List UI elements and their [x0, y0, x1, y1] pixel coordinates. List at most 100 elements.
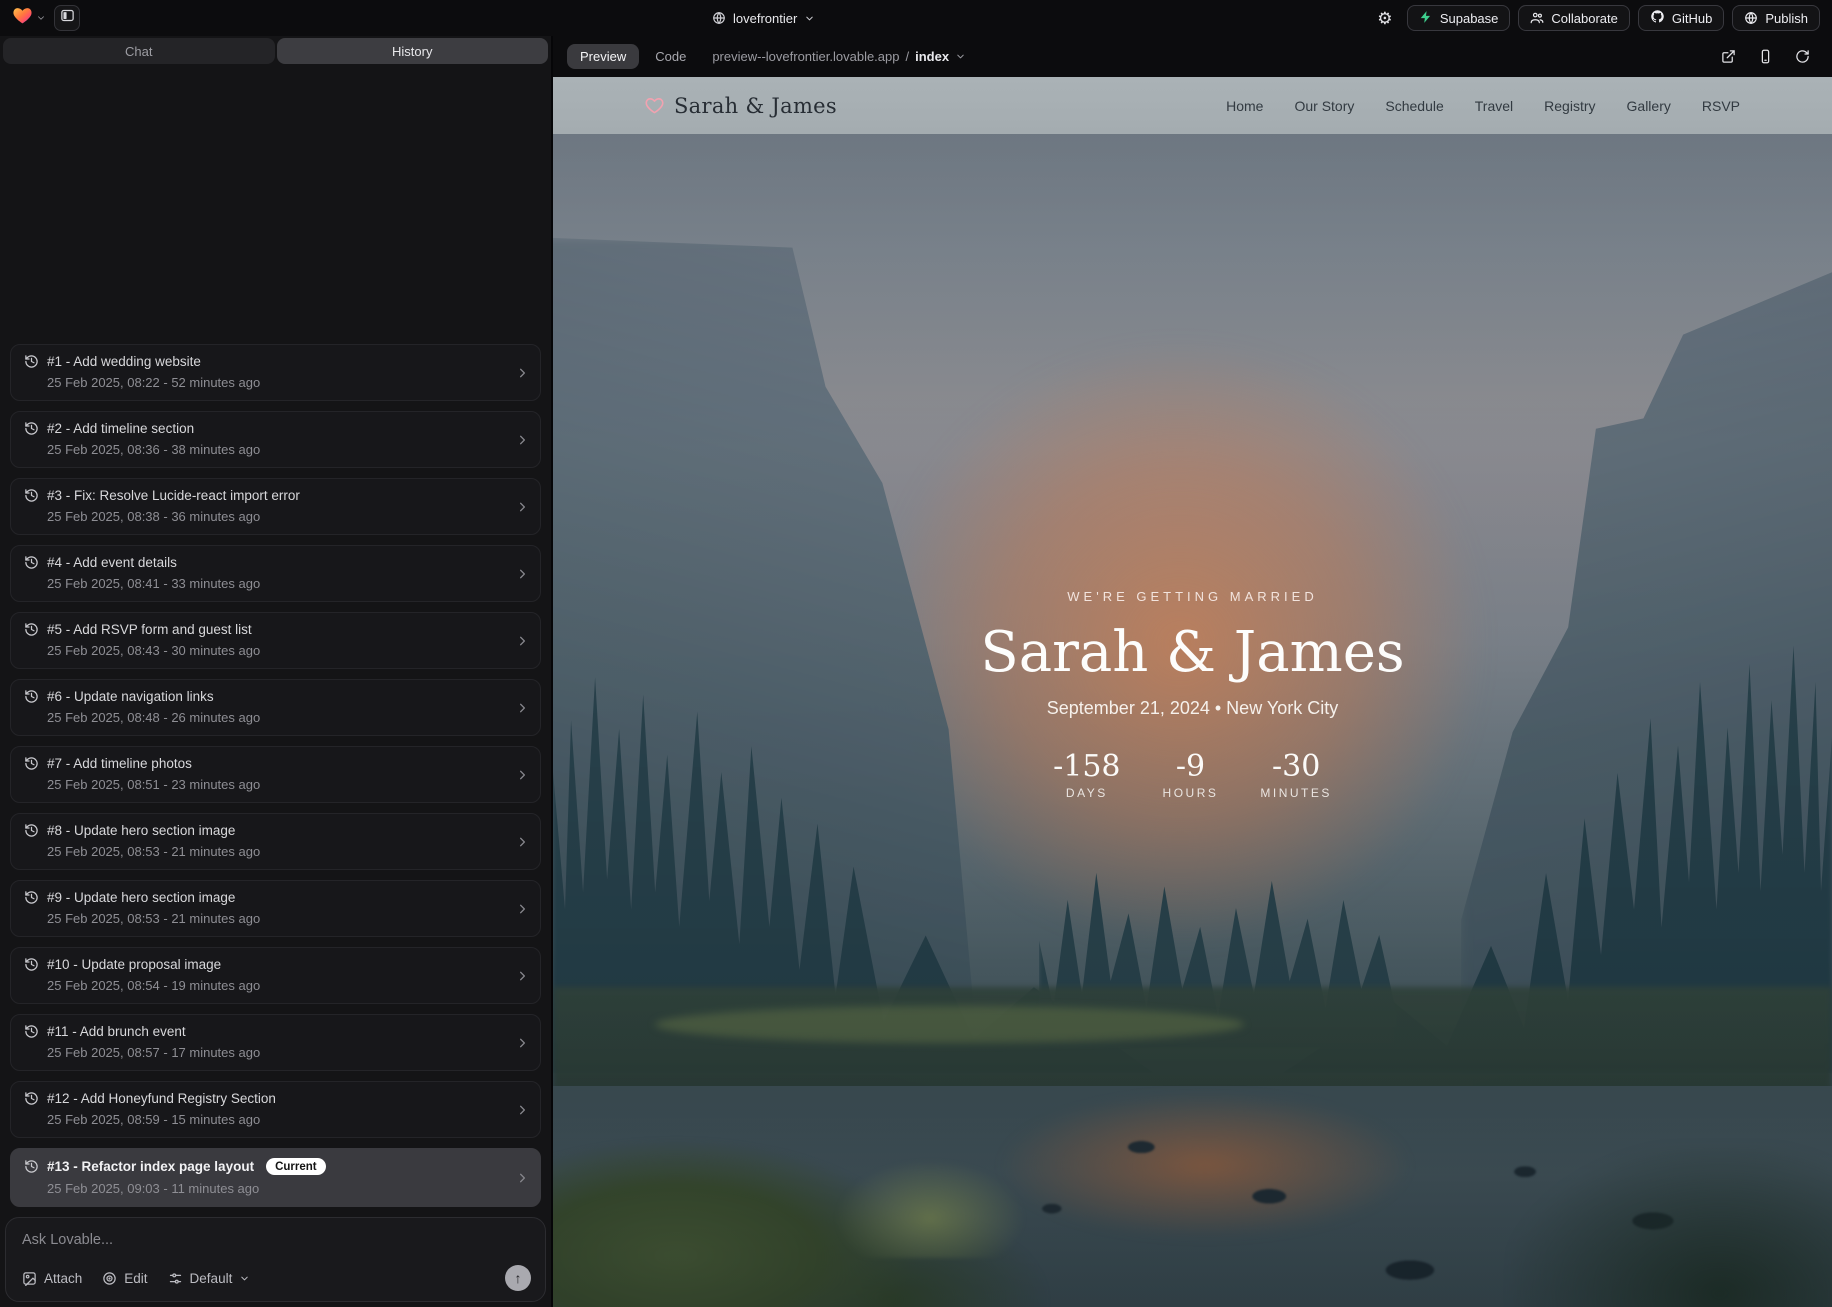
globe-icon — [712, 11, 726, 25]
history-item-timestamp: 25 Feb 2025, 08:51 - 23 minutes ago — [24, 777, 506, 792]
smartphone-icon — [1758, 49, 1773, 64]
chevron-right-icon — [515, 499, 530, 514]
lovable-heart-icon — [12, 5, 33, 31]
panel-tabs: Chat History — [3, 38, 548, 64]
project-switcher[interactable]: lovefrontier — [712, 0, 815, 36]
refresh-icon — [1795, 49, 1810, 64]
users-icon — [1530, 11, 1544, 25]
history-icon — [24, 1159, 39, 1174]
target-icon — [102, 1271, 117, 1286]
history-item[interactable]: #7 - Add timeline photos 25 Feb 2025, 08… — [10, 746, 541, 803]
nav-travel[interactable]: Travel — [1475, 98, 1513, 114]
history-item-title: #2 - Add timeline section — [47, 421, 194, 436]
chevron-right-icon — [515, 432, 530, 447]
nav-schedule[interactable]: Schedule — [1385, 98, 1443, 114]
github-button[interactable]: GitHub — [1638, 5, 1724, 31]
collaborate-label: Collaborate — [1551, 11, 1618, 26]
history-item[interactable]: #3 - Fix: Resolve Lucide-react import er… — [10, 478, 541, 535]
tab-preview[interactable]: Preview — [567, 44, 639, 69]
current-badge: Current — [266, 1158, 326, 1175]
history-list: #1 - Add wedding website 25 Feb 2025, 08… — [0, 64, 551, 1207]
history-item-title: #10 - Update proposal image — [47, 957, 221, 972]
history-item-title: #13 - Refactor index page layout — [47, 1159, 254, 1174]
send-button[interactable]: ↑ — [505, 1265, 531, 1291]
tab-chat[interactable]: Chat — [3, 38, 275, 64]
preview-url[interactable]: preview--lovefrontier.lovable.app / inde… — [712, 49, 966, 64]
collaborate-button[interactable]: Collaborate — [1518, 5, 1630, 31]
history-item-current[interactable]: #13 - Refactor index page layout Current… — [10, 1148, 541, 1207]
preview-panel: Preview Code preview--lovefrontier.lovab… — [553, 36, 1832, 1307]
history-item-timestamp: 25 Feb 2025, 08:38 - 36 minutes ago — [24, 509, 506, 524]
history-icon — [24, 756, 39, 771]
project-name: lovefrontier — [733, 11, 797, 26]
history-item-title: #3 - Fix: Resolve Lucide-react import er… — [47, 488, 300, 503]
chevron-right-icon — [515, 365, 530, 380]
history-item-timestamp: 25 Feb 2025, 08:48 - 26 minutes ago — [24, 710, 506, 725]
preview-url-domain: preview--lovefrontier.lovable.app — [712, 49, 899, 64]
tab-code[interactable]: Code — [655, 49, 686, 64]
tab-history[interactable]: History — [277, 38, 549, 64]
history-item-timestamp: 25 Feb 2025, 08:41 - 33 minutes ago — [24, 576, 506, 591]
supabase-bolt-icon — [1419, 10, 1433, 27]
settings-button[interactable]: ⚙ — [1371, 5, 1399, 31]
attach-button[interactable]: Attach — [22, 1271, 82, 1286]
nav-gallery[interactable]: Gallery — [1627, 98, 1671, 114]
lovable-logo-menu[interactable] — [12, 5, 46, 31]
history-item[interactable]: #9 - Update hero section image 25 Feb 20… — [10, 880, 541, 937]
top-bar: lovefrontier ⚙ Supabase Collaborate GitH… — [0, 0, 1832, 36]
nav-home[interactable]: Home — [1226, 98, 1263, 114]
history-item[interactable]: #6 - Update navigation links 25 Feb 2025… — [10, 679, 541, 736]
external-link-icon — [1721, 49, 1736, 64]
globe-icon — [1744, 11, 1758, 25]
wedding-site-preview: Sarah & James Home Our Story Schedule Tr… — [553, 77, 1832, 1307]
sliders-icon — [168, 1271, 183, 1286]
prompt-composer: Attach Edit Default — [5, 1217, 546, 1302]
chevron-down-icon — [36, 13, 46, 23]
preview-url-separator: / — [905, 49, 909, 64]
countdown-hours: -9 HOURS — [1163, 749, 1219, 800]
heart-outline-icon — [645, 96, 664, 115]
refresh-button[interactable] — [1790, 44, 1814, 70]
chevron-right-icon — [515, 700, 530, 715]
site-header: Sarah & James Home Our Story Schedule Tr… — [553, 77, 1832, 134]
history-item[interactable]: #12 - Add Honeyfund Registry Section 25 … — [10, 1081, 541, 1138]
nav-our-story[interactable]: Our Story — [1294, 98, 1354, 114]
chevron-right-icon — [515, 767, 530, 782]
attach-label: Attach — [44, 1271, 82, 1286]
history-item[interactable]: #5 - Add RSVP form and guest list 25 Feb… — [10, 612, 541, 669]
history-item-title: #5 - Add RSVP form and guest list — [47, 622, 252, 637]
open-in-new-tab-button[interactable] — [1716, 44, 1740, 70]
history-item[interactable]: #11 - Add brunch event 25 Feb 2025, 08:5… — [10, 1014, 541, 1071]
supabase-button[interactable]: Supabase — [1407, 5, 1511, 31]
history-item[interactable]: #10 - Update proposal image 25 Feb 2025,… — [10, 947, 541, 1004]
history-icon — [24, 1091, 39, 1106]
history-item-title: #1 - Add wedding website — [47, 354, 201, 369]
site-brand[interactable]: Sarah & James — [645, 94, 837, 118]
panel-left-icon — [60, 8, 75, 28]
site-brand-name: Sarah & James — [674, 94, 837, 118]
history-item-title: #7 - Add timeline photos — [47, 756, 192, 771]
mobile-view-button[interactable] — [1753, 44, 1777, 70]
history-icon — [24, 488, 39, 503]
sidebar-toggle-button[interactable] — [54, 5, 80, 31]
publish-button[interactable]: Publish — [1732, 5, 1820, 31]
history-item[interactable]: #1 - Add wedding website 25 Feb 2025, 08… — [10, 344, 541, 401]
history-icon — [24, 823, 39, 838]
chat-history-panel: Chat History #1 - Add wedding website 25… — [0, 36, 553, 1307]
history-item[interactable]: #2 - Add timeline section 25 Feb 2025, 0… — [10, 411, 541, 468]
preview-toolbar: Preview Code preview--lovefrontier.lovab… — [553, 36, 1832, 77]
history-icon — [24, 622, 39, 637]
mode-selector[interactable]: Default — [168, 1271, 251, 1286]
history-item[interactable]: #8 - Update hero section image 25 Feb 20… — [10, 813, 541, 870]
site-nav: Home Our Story Schedule Travel Registry … — [1226, 98, 1740, 114]
history-item[interactable]: #4 - Add event details 25 Feb 2025, 08:4… — [10, 545, 541, 602]
history-item-timestamp: 25 Feb 2025, 08:43 - 30 minutes ago — [24, 643, 506, 658]
nav-registry[interactable]: Registry — [1544, 98, 1595, 114]
edit-button[interactable]: Edit — [102, 1271, 147, 1286]
nav-rsvp[interactable]: RSVP — [1702, 98, 1740, 114]
hero-content: WE'RE GETTING MARRIED Sarah & James Sept… — [553, 589, 1832, 800]
prompt-input[interactable] — [22, 1232, 531, 1248]
chevron-right-icon — [515, 1170, 530, 1185]
history-item-timestamp: 25 Feb 2025, 08:57 - 17 minutes ago — [24, 1045, 506, 1060]
chevron-right-icon — [515, 633, 530, 648]
